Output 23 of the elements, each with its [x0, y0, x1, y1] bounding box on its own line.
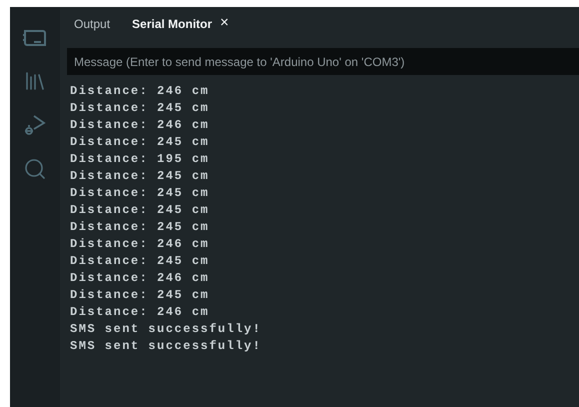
serial-output-line: SMS sent successfully!: [70, 321, 262, 338]
serial-output-line: Distance: 245 cm: [70, 168, 210, 185]
serial-output-line: Distance: 246 cm: [70, 270, 210, 287]
serial-output-line: Distance: 246 cm: [70, 117, 210, 134]
tab[interactable]: Serial Monitor ×: [132, 12, 229, 35]
serial-output-line: Distance: 245 cm: [70, 287, 210, 304]
message-field[interactable]: Message (Enter to send message to 'Arduino Uno' on 'COM3'): [67, 48, 579, 75]
serial-output-line: Distance: 245 cm: [70, 185, 210, 202]
debug-icon[interactable]: [23, 113, 47, 137]
serial-output-line: Distance: 246 cm: [70, 83, 210, 100]
serial-output-line: Distance: 245 cm: [70, 219, 210, 236]
close-button[interactable]: ×: [220, 12, 229, 35]
search-icon[interactable]: [23, 157, 47, 181]
serial-output-line: Distance: 246 cm: [70, 236, 210, 253]
serial-output-line: Distance: 195 cm: [70, 151, 210, 168]
board-icon[interactable]: [22, 27, 48, 49]
serial-output-line: Distance: 245 cm: [70, 100, 210, 117]
serial-output-line: SMS sent successfully!: [70, 338, 262, 355]
serial-output-line: Distance: 246 cm: [70, 304, 210, 321]
serial-output-line: Distance: 245 cm: [70, 202, 210, 219]
serial-output-line: Distance: 245 cm: [70, 134, 210, 151]
serial-output-line: Distance: 245 cm: [70, 253, 210, 270]
tab[interactable]: Output: [74, 14, 110, 32]
